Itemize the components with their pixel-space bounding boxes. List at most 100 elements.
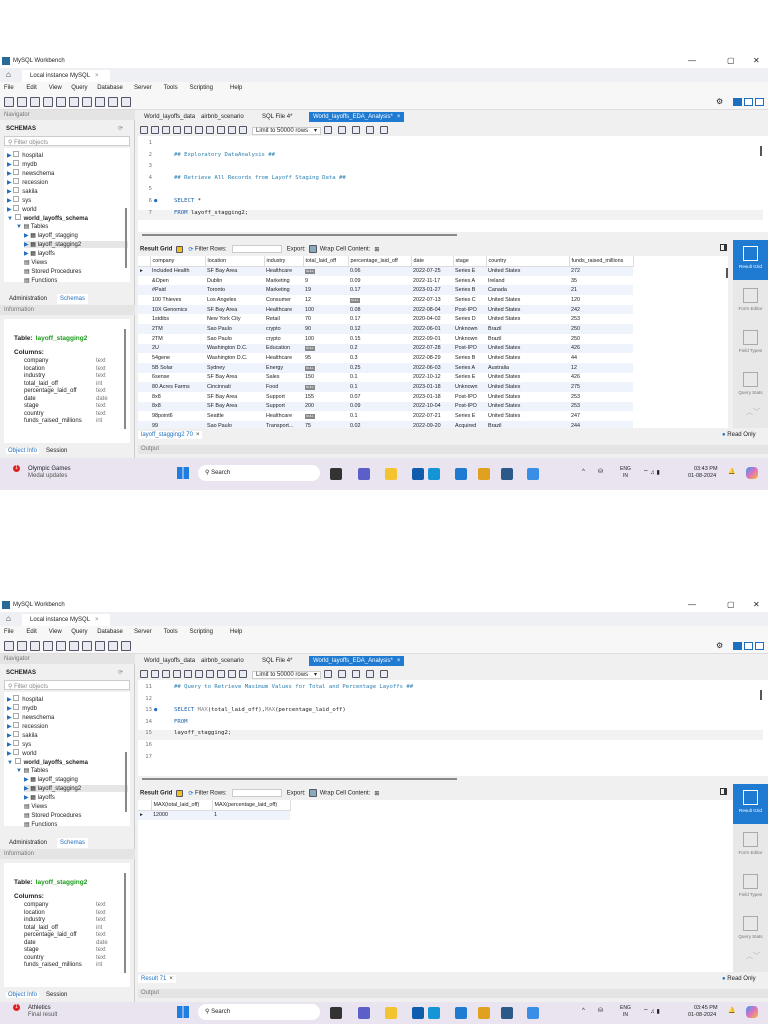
table-cell[interactable]: 5B Solar	[150, 362, 205, 373]
table-cell[interactable]: NULL	[303, 266, 348, 276]
store-icon[interactable]	[412, 468, 424, 480]
menu-database[interactable]: Database	[97, 85, 123, 91]
table-cell[interactable]: 2022-08-29	[411, 353, 453, 363]
table-cell[interactable]: Washington D.C.	[205, 343, 264, 354]
table-cell[interactable]: 2023-01-18	[411, 392, 453, 402]
toggle-sidebar-icon[interactable]	[733, 642, 742, 650]
table-cell[interactable]: 12	[569, 362, 633, 373]
table-cell[interactable]: 2022-07-25	[411, 266, 453, 276]
menu-file[interactable]: File	[4, 629, 14, 635]
editor-scrollbar[interactable]	[760, 146, 762, 156]
table-cell[interactable]: 2022-06-03	[411, 362, 453, 373]
home-icon[interactable]: ⌂	[6, 70, 11, 79]
table-item[interactable]: ▶ ▦ layoffs	[24, 794, 55, 801]
table-cell[interactable]: United States	[486, 411, 569, 421]
table-row[interactable]: &Open Dublin Marketing 9 0.09 2022-11-17 Serie…	[138, 276, 633, 286]
table-cell[interactable]: 2022-10-04	[411, 401, 453, 412]
rollback-icon[interactable]	[228, 126, 236, 134]
table-cell[interactable]: Seattle	[205, 411, 264, 421]
table-cell[interactable]: SF Bay Area	[205, 304, 264, 315]
file-explorer-icon[interactable]	[385, 1007, 397, 1019]
menu-server[interactable]: Server	[134, 629, 152, 635]
side-field-types[interactable]: Field Types	[733, 868, 768, 908]
clock-time[interactable]: 03:43 PM	[694, 466, 718, 472]
find-icon[interactable]	[352, 126, 361, 134]
table-cell[interactable]: NULL	[303, 343, 348, 354]
table-item[interactable]: ▶ ▦ layoffs	[24, 250, 55, 257]
table-cell[interactable]: 0.3	[348, 353, 411, 363]
task-view-icon[interactable]	[330, 468, 342, 480]
edge-icon[interactable]	[428, 468, 440, 480]
clock-date[interactable]: 01-08-2024	[688, 473, 716, 479]
editor-tab[interactable]: World_layoffs_EDA_Analysis* ×	[309, 656, 405, 666]
table-cell[interactable]: Series B	[453, 353, 486, 363]
table-cell[interactable]: Marketing	[264, 285, 303, 296]
schema-filter-input[interactable]: ⚲ Filter objects	[4, 136, 130, 146]
tables-node[interactable]: ▼ ▤ Tables	[16, 767, 48, 774]
output-panel-header[interactable]: Output	[138, 445, 768, 454]
table-cell[interactable]: Series A	[453, 276, 486, 286]
table-cell[interactable]: Unknown	[453, 382, 486, 392]
menu-view[interactable]: View	[49, 85, 62, 91]
editor-tab[interactable]: SQL File 4*	[258, 656, 296, 666]
filter-rows-input[interactable]	[231, 789, 282, 797]
lang-1[interactable]: ENG	[620, 1005, 631, 1011]
create-procedure-icon[interactable]	[82, 641, 92, 651]
table-cell[interactable]: Series E	[453, 266, 486, 276]
horizontal-scrollbar[interactable]	[142, 234, 457, 236]
toggle-panel-icon[interactable]	[720, 788, 727, 795]
table-cell[interactable]: 0.1	[348, 373, 411, 383]
news-widget[interactable]: 1 Olympic Games Medal updates	[10, 465, 71, 481]
scroll-chevrons-icon[interactable]: ︿﹀	[746, 953, 760, 960]
table-cell[interactable]: United States	[486, 353, 569, 363]
windows-start-icon[interactable]	[177, 467, 189, 479]
table-cell[interactable]: Transport...	[264, 421, 303, 428]
folder-node[interactable]: ▤ Views	[24, 259, 47, 266]
table-cell[interactable]: Sao Paulo	[205, 421, 264, 428]
menu-help[interactable]: Help	[230, 629, 242, 635]
mail-icon[interactable]	[455, 1007, 467, 1019]
schema-item[interactable]: ▶ hospital	[7, 151, 43, 159]
table-cell[interactable]: Los Angeles	[205, 295, 264, 305]
commit-icon[interactable]	[217, 670, 225, 678]
notification-bell-icon[interactable]: 🔔	[728, 468, 735, 475]
column-header[interactable]: percentage_laid_off	[348, 256, 412, 267]
schema-item[interactable]: ▶ world	[7, 749, 37, 757]
tab-object-info[interactable]: Object Info	[6, 992, 40, 998]
close-button[interactable]: ✕	[753, 600, 760, 609]
table-cell[interactable]: SF Bay Area	[205, 392, 264, 402]
close-tab-icon[interactable]: ×	[196, 432, 200, 438]
execute-current-icon[interactable]	[173, 670, 181, 678]
side-query-stats[interactable]: Query Stats	[733, 910, 768, 950]
grid-scrollbar[interactable]	[726, 268, 728, 278]
editor-tab[interactable]: World_layoffs_data	[140, 656, 199, 666]
table-cell[interactable]: 0.08	[348, 304, 411, 315]
column-header[interactable]: MAX(total_laid_off)	[151, 800, 213, 811]
wifi-sound-battery-icon[interactable]: ⌔ ♫ ▮	[643, 468, 660, 476]
table-cell[interactable]: 0.17	[348, 285, 411, 296]
table-cell[interactable]: Post-IPO	[453, 401, 486, 412]
create-schema-icon[interactable]	[43, 97, 53, 107]
schema-item[interactable]: ▶ world	[7, 205, 37, 213]
store-icon[interactable]	[412, 1007, 424, 1019]
wrap-lines-icon[interactable]	[380, 670, 389, 678]
table-cell[interactable]: 272	[569, 266, 633, 276]
schema-item[interactable]: ▶ sakila	[7, 187, 38, 195]
table-cell[interactable]: Unknown	[453, 324, 486, 334]
folder-node[interactable]: ▤ Views	[24, 803, 47, 810]
teams-icon[interactable]	[358, 1007, 370, 1019]
table-cell[interactable]: 253	[569, 314, 633, 324]
table-cell[interactable]: 426	[569, 343, 633, 354]
clock-date[interactable]: 01-08-2024	[688, 1012, 716, 1018]
table-cell[interactable]: #Paid	[150, 285, 205, 296]
editor-tab[interactable]: World_layoffs_data	[140, 112, 199, 122]
side-result-grid[interactable]: Result Grid	[733, 784, 768, 824]
settings-icon[interactable]: ⚙	[716, 641, 723, 650]
taskbar-search[interactable]: ⚲ Search	[198, 465, 320, 481]
table-cell[interactable]: 1stdibs	[150, 314, 205, 324]
table-item[interactable]: ▶ ▦ layoff_stagging	[24, 776, 78, 783]
table-cell[interactable]: United States	[486, 314, 569, 324]
output-panel-header[interactable]: Output	[138, 989, 768, 998]
info-scrollbar[interactable]	[124, 873, 126, 973]
table-cell[interactable]: Series E	[453, 411, 486, 421]
